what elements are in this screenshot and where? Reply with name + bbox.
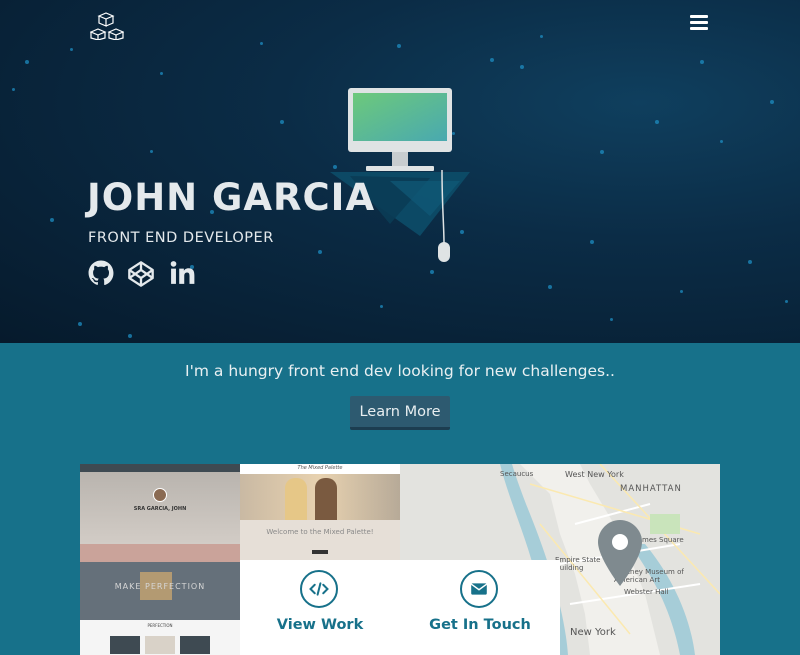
site1-footer: PERFECTION bbox=[147, 623, 173, 628]
view-work-label: View Work bbox=[276, 617, 364, 633]
star-dot bbox=[280, 120, 284, 124]
star-dot bbox=[540, 35, 543, 38]
get-in-touch-label: Get In Touch bbox=[429, 617, 531, 633]
map-pin-icon bbox=[598, 520, 642, 586]
star-dot bbox=[318, 250, 322, 254]
star-dot bbox=[397, 44, 401, 48]
star-dot bbox=[70, 48, 73, 51]
codepen-icon[interactable] bbox=[127, 260, 155, 290]
star-dot bbox=[12, 88, 15, 91]
star-dot bbox=[25, 60, 29, 64]
hero-name: JOHN GARCIA bbox=[87, 176, 376, 219]
hero-subtitle: FRONT END DEVELOPER bbox=[88, 230, 274, 246]
star-dot bbox=[78, 322, 82, 326]
star-dot bbox=[770, 100, 774, 104]
star-dot bbox=[785, 300, 788, 303]
star-dot bbox=[128, 334, 132, 338]
star-dot bbox=[720, 140, 723, 143]
star-dot bbox=[430, 270, 434, 274]
site2-title: The Mixed Palette bbox=[297, 465, 343, 471]
star-dot bbox=[50, 218, 54, 222]
star-dot bbox=[490, 58, 494, 62]
get-in-touch-card[interactable]: Get In Touch bbox=[400, 560, 560, 655]
star-dot bbox=[610, 318, 613, 321]
code-icon bbox=[300, 570, 338, 608]
star-dot bbox=[160, 72, 163, 75]
intro-tagline: I'm a hungry front end dev looking for n… bbox=[185, 362, 615, 380]
star-dot bbox=[748, 260, 752, 264]
site1-band: MAKE PERFECTION bbox=[114, 582, 206, 591]
portfolio-screenshot-2[interactable]: The Mixed Palette Welcome to the Mixed P… bbox=[240, 464, 400, 560]
star-dot bbox=[590, 240, 594, 244]
star-dot bbox=[150, 150, 153, 153]
star-dot bbox=[380, 305, 383, 308]
envelope-icon bbox=[460, 570, 498, 608]
star-dot bbox=[260, 42, 263, 45]
map-label-times-square: Times Square bbox=[636, 536, 684, 544]
view-work-card[interactable]: View Work bbox=[240, 560, 400, 655]
learn-more-button[interactable]: Learn More bbox=[350, 396, 450, 430]
logo-cubes-icon[interactable] bbox=[90, 12, 124, 40]
map-label-webster-hall: Webster Hall bbox=[624, 588, 669, 596]
map-label-secaucus: Secaucus bbox=[500, 470, 534, 478]
map-label-west-new-york: West New York bbox=[565, 470, 624, 479]
map-label-manhattan: MANHATTAN bbox=[620, 484, 682, 494]
linkedin-icon[interactable] bbox=[170, 260, 198, 290]
github-icon[interactable] bbox=[88, 260, 116, 290]
hero-section: JOHN GARCIA FRONT END DEVELOPER bbox=[0, 0, 800, 343]
map-label-new-york: New York bbox=[570, 627, 616, 638]
star-dot bbox=[520, 65, 524, 69]
hamburger-menu-icon[interactable] bbox=[690, 15, 708, 31]
site1-title: SRA GARCIA, JOHN bbox=[133, 506, 187, 512]
star-dot bbox=[700, 60, 704, 64]
star-dot bbox=[680, 290, 683, 293]
site2-welcome: Welcome to the Mixed Palette! bbox=[266, 528, 374, 536]
portfolio-screenshot-1[interactable]: SRA GARCIA, JOHN MAKE PERFECTION PERFECT… bbox=[80, 464, 240, 655]
star-dot bbox=[655, 120, 659, 124]
star-dot bbox=[548, 285, 552, 289]
star-dot bbox=[600, 150, 604, 154]
